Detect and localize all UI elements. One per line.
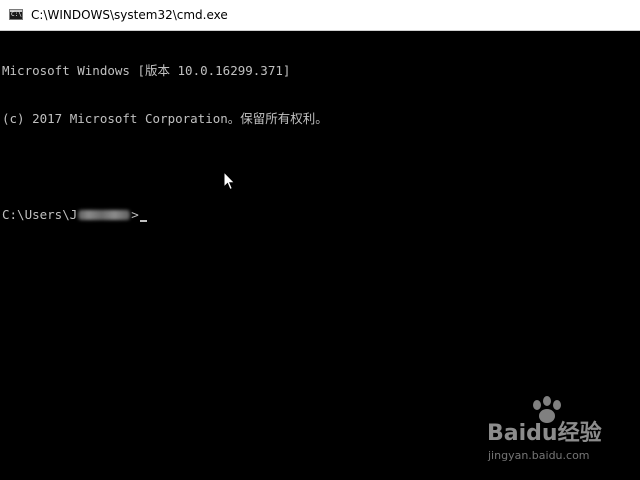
console-prompt-line[interactable]: C:\Users\J > xyxy=(2,207,638,223)
console-line-blank xyxy=(2,159,638,175)
mouse-pointer-icon xyxy=(223,171,236,191)
prompt-suffix: > xyxy=(131,207,139,222)
prompt-username-visible: J xyxy=(69,207,78,222)
cmd-console-icon[interactable]: C:\ xyxy=(9,9,23,20)
prompt-path-prefix: C:\Users\ xyxy=(2,207,70,222)
watermark-url: jingyan.baidu.com xyxy=(488,449,590,462)
cmd-window: C:\ C:\WINDOWS\system32\cmd.exe Microsof… xyxy=(0,0,640,480)
title-bar[interactable]: C:\ C:\WINDOWS\system32\cmd.exe xyxy=(0,0,640,31)
text-cursor xyxy=(139,220,147,222)
window-title: C:\WINDOWS\system32\cmd.exe xyxy=(31,8,228,22)
baidu-jingyan-watermark: Baidu经验 jingyan.baidu.com xyxy=(485,396,610,466)
watermark-brand: Baidu经验 xyxy=(487,421,602,446)
console-line-copyright: (c) 2017 Microsoft Corporation。保留所有权利。 xyxy=(2,111,328,126)
icon-prompt-glyph: C:\ xyxy=(11,11,22,18)
console-line-version: Microsoft Windows [版本 10.0.16299.371] xyxy=(2,63,291,78)
redacted-username xyxy=(78,210,131,220)
